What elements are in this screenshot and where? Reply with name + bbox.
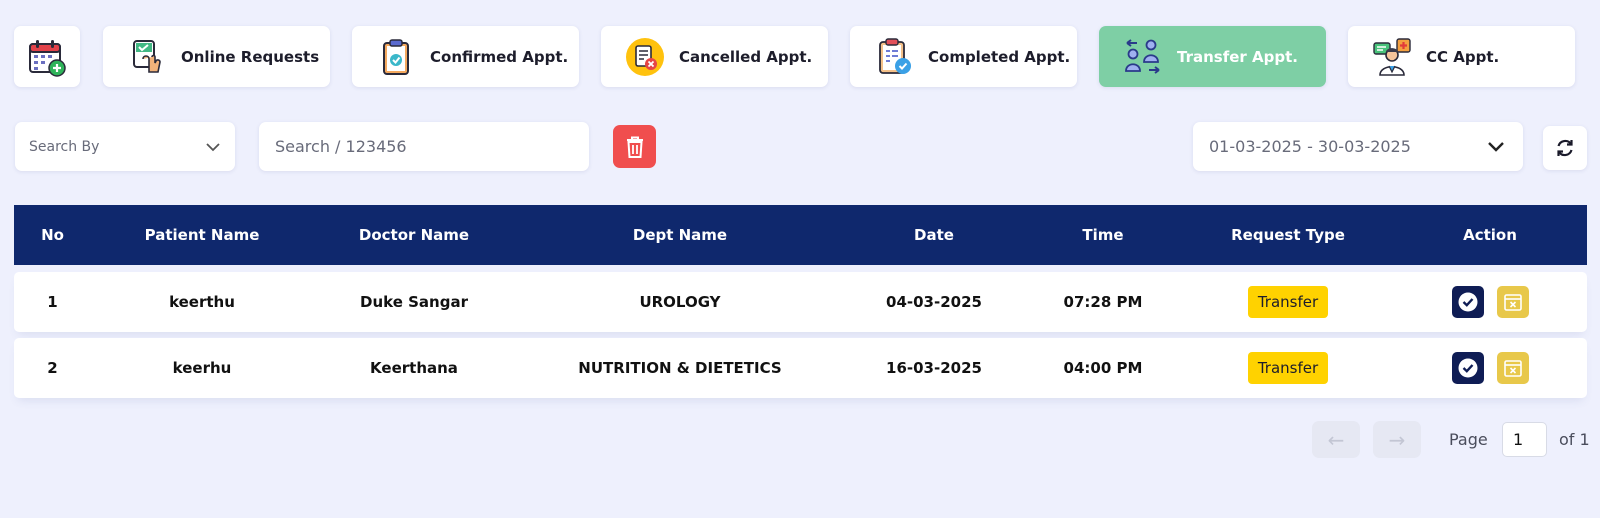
tab-completed-appt[interactable]: Completed Appt. [850, 26, 1077, 87]
chevron-down-icon [206, 142, 220, 151]
check-circle-icon [1458, 358, 1477, 378]
appointment-date: 04-03-2025 [886, 293, 982, 311]
new-appointment-button[interactable] [14, 26, 80, 87]
trash-icon [626, 136, 643, 158]
calendar-add-icon [29, 39, 66, 77]
dept-name: UROLOGY [639, 293, 721, 311]
request-type-cell: Transfer [1183, 286, 1393, 318]
cancel-document-icon [626, 37, 664, 76]
prev-page-button[interactable]: ← [1312, 421, 1360, 458]
column-header: Request Type [1231, 226, 1345, 244]
patient-name: keerhu [172, 359, 232, 377]
chevron-down-icon [1488, 142, 1504, 152]
appointments-table: No Patient Name Doctor Name Dept Name Da… [14, 205, 1587, 398]
delete-button[interactable] [613, 125, 656, 168]
doctor-consult-icon [1373, 37, 1411, 76]
tab-label: Online Requests [181, 47, 320, 66]
approve-button[interactable] [1451, 352, 1484, 384]
column-header: Action [1463, 226, 1517, 244]
tab-online-requests[interactable]: Online Requests [103, 26, 330, 87]
date-range-value: 01-03-2025 - 30-03-2025 [1209, 137, 1411, 156]
doctor-name: Keerthana [370, 359, 458, 377]
refresh-button[interactable] [1543, 126, 1587, 170]
doctor-name: Duke Sangar [360, 293, 468, 311]
table-row: 1 keerthu Duke Sangar UROLOGY 04-03-2025… [14, 272, 1587, 332]
action-cell [1393, 286, 1587, 318]
search-by-label: Search By [29, 138, 100, 155]
search-by-select[interactable]: Search By [15, 122, 235, 171]
refresh-icon [1557, 139, 1573, 157]
column-header: Patient Name [144, 226, 260, 244]
tab-cc-appt[interactable]: CC Appt. [1348, 26, 1575, 87]
dept-name: NUTRITION & DIETETICS [578, 359, 782, 377]
page-label: Page [1449, 430, 1488, 449]
column-header: Date [914, 226, 954, 244]
tab-cancelled-appt[interactable]: Cancelled Appt. [601, 26, 828, 87]
row-number: 2 [47, 359, 58, 377]
calendar-cancel-icon [1503, 360, 1522, 377]
row-number: 1 [47, 293, 58, 311]
page-number-input[interactable] [1502, 422, 1547, 457]
search-input[interactable] [259, 122, 589, 171]
tab-label: CC Appt. [1426, 47, 1500, 66]
tab-label: Transfer Appt. [1177, 47, 1298, 66]
request-type-badge: Transfer [1247, 352, 1329, 384]
request-type-badge: Transfer [1247, 286, 1329, 318]
date-range-picker[interactable]: 01-03-2025 - 30-03-2025 [1193, 122, 1523, 171]
check-circle-icon [1458, 292, 1477, 312]
column-header: Time [1082, 226, 1124, 244]
online-request-icon [133, 39, 161, 73]
action-cell [1393, 352, 1587, 384]
table-row: 2 keerhu Keerthana NUTRITION & DIETETICS… [14, 338, 1587, 398]
column-header: No [41, 226, 64, 244]
appointment-time: 04:00 PM [1063, 359, 1143, 377]
approve-button[interactable] [1451, 286, 1484, 318]
page-total: of 1 [1559, 430, 1590, 449]
calendar-cancel-icon [1503, 294, 1522, 311]
cancel-button[interactable] [1496, 286, 1529, 318]
tab-label: Cancelled Appt. [679, 47, 813, 66]
tab-transfer-appt[interactable]: Transfer Appt. [1099, 26, 1326, 87]
transfer-users-icon [1125, 38, 1160, 74]
request-type-cell: Transfer [1183, 352, 1393, 384]
tab-confirmed-appt[interactable]: Confirmed Appt. [352, 26, 579, 87]
tab-label: Completed Appt. [928, 47, 1071, 66]
clipboard-check-icon [383, 38, 409, 75]
appointment-date: 16-03-2025 [886, 359, 982, 377]
tab-label: Confirmed Appt. [430, 47, 569, 66]
cancel-button[interactable] [1496, 352, 1529, 384]
patient-name: keerthu [169, 293, 235, 311]
checklist-icon [879, 37, 911, 74]
next-page-button[interactable]: → [1373, 421, 1421, 458]
column-header: Doctor Name [358, 226, 470, 244]
table-header: No Patient Name Doctor Name Dept Name Da… [14, 205, 1587, 265]
column-header: Dept Name [632, 226, 728, 244]
appointment-time: 07:28 PM [1063, 293, 1143, 311]
